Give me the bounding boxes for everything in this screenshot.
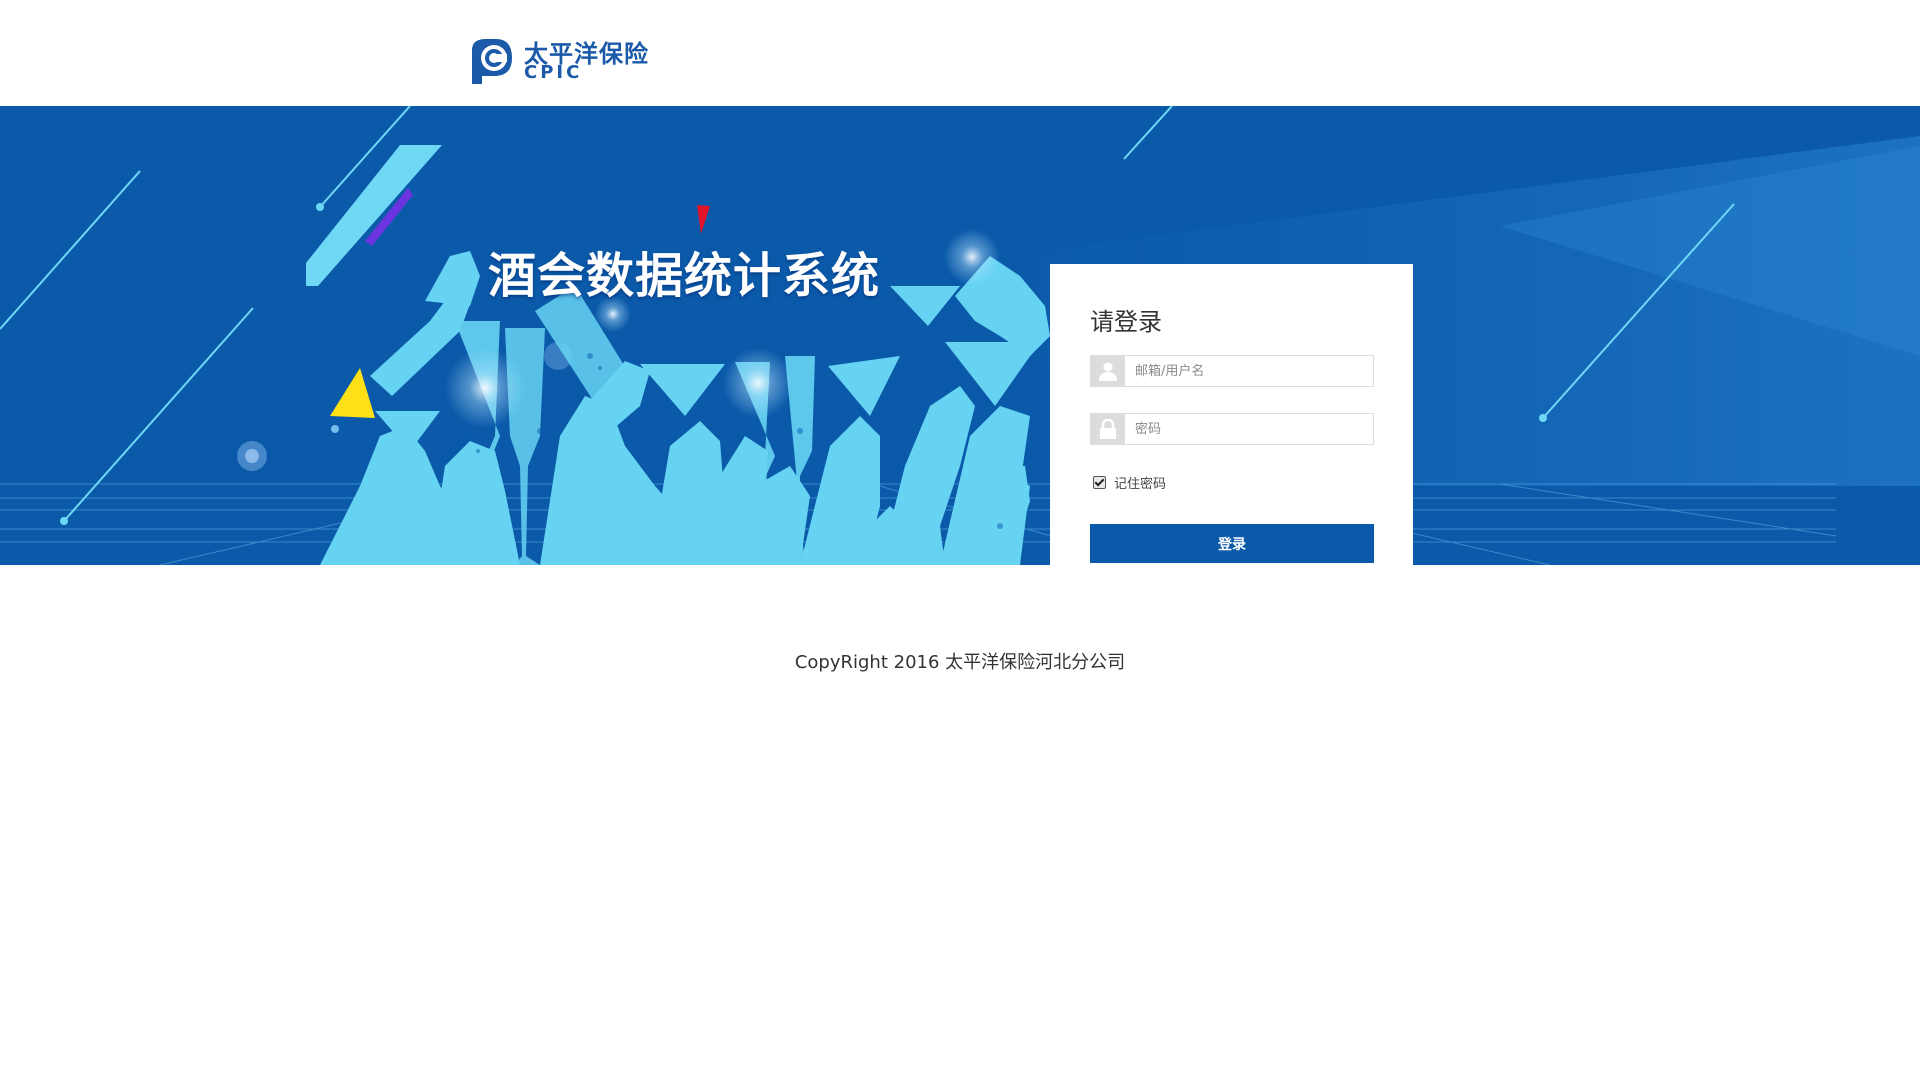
username-input[interactable] bbox=[1125, 356, 1381, 386]
cpic-logo[interactable]: 太平洋保险 CPIC bbox=[466, 34, 666, 88]
password-input[interactable] bbox=[1125, 414, 1381, 444]
user-icon bbox=[1091, 356, 1125, 386]
banner-illustration bbox=[0, 106, 1920, 565]
login-heading: 请登录 bbox=[1090, 308, 1162, 336]
username-field bbox=[1090, 355, 1381, 387]
header: 太平洋保险 CPIC bbox=[0, 0, 1920, 106]
logo-english-name: CPIC bbox=[524, 62, 583, 83]
remember-password[interactable]: 记住密码 bbox=[1093, 473, 1166, 492]
login-panel: 请登录 记住密码 登录 bbox=[1050, 264, 1413, 565]
password-field bbox=[1090, 413, 1381, 445]
copyright-footer: CopyRight 2016 太平洋保险河北分公司 bbox=[794, 652, 1126, 673]
login-button[interactable]: 登录 bbox=[1090, 524, 1374, 563]
cpic-logo-mark-icon bbox=[472, 39, 512, 84]
remember-checkbox[interactable] bbox=[1093, 476, 1106, 489]
remember-label: 记住密码 bbox=[1114, 477, 1167, 492]
hero-banner: 酒会数据统计系统 请登录 记住密码 bbox=[0, 106, 1920, 565]
lock-icon bbox=[1091, 414, 1125, 444]
system-title: 酒会数据统计系统 bbox=[488, 248, 881, 304]
